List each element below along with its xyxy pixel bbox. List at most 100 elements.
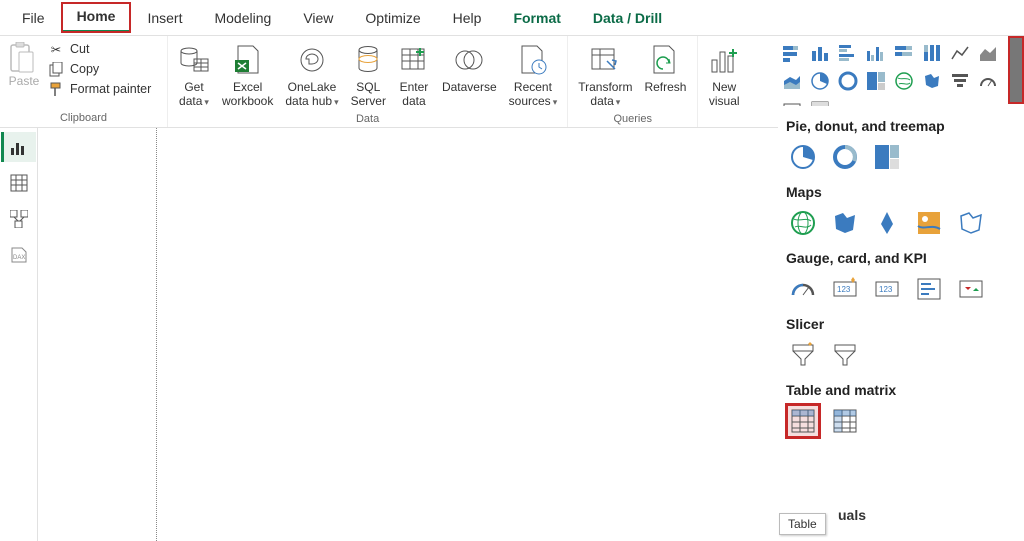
dataverse-button[interactable]: Dataverse [436, 40, 503, 96]
new-visual-icon [708, 44, 740, 76]
slicer-new-icon[interactable] [786, 338, 820, 372]
clipboard-group-label: Clipboard [4, 110, 163, 127]
table-view-icon[interactable] [4, 168, 34, 198]
gauge-icon[interactable] [975, 68, 1001, 94]
paste-button[interactable]: Paste [4, 40, 44, 90]
dax-view-icon[interactable]: DAX [4, 240, 34, 270]
dataverse-icon [453, 44, 485, 76]
format-painter-button[interactable]: Format painter [46, 80, 153, 98]
donut-chart-icon[interactable] [828, 140, 862, 174]
dataverse-label: Dataverse [442, 80, 497, 94]
filled-map-icon[interactable] [919, 68, 945, 94]
sql-icon [352, 44, 384, 76]
treemap-icon[interactable] [863, 68, 889, 94]
excel-workbook-button[interactable]: Excel workbook [216, 40, 279, 111]
menu-view[interactable]: View [287, 4, 349, 32]
get-data-button[interactable]: Get data [172, 40, 216, 111]
donut-icon[interactable] [835, 68, 861, 94]
section-slicer-label: Slicer [786, 316, 1016, 332]
treemap-chart-icon[interactable] [870, 140, 904, 174]
visuals-gallery: 123 [777, 38, 1021, 102]
arcgis-map-icon[interactable] [912, 206, 946, 240]
onelake-label: OneLake data hub [285, 80, 338, 109]
excel-label: Excel workbook [222, 80, 273, 109]
cut-label: Cut [70, 42, 89, 56]
refresh-icon [649, 44, 681, 76]
stacked-bar-icon[interactable] [779, 40, 805, 66]
stacked-column-icon[interactable] [807, 40, 833, 66]
filled-map-big-icon[interactable] [828, 206, 862, 240]
section-gauge-label: Gauge, card, and KPI [786, 250, 1016, 266]
refresh-button[interactable]: Refresh [638, 40, 692, 96]
pie-chart-icon[interactable] [786, 140, 820, 174]
report-view-icon[interactable] [1, 132, 36, 162]
paste-icon [8, 42, 40, 74]
truncated-section-label: uals [838, 507, 866, 523]
enter-data-icon [398, 44, 430, 76]
card-big-icon[interactable]: 123 [870, 272, 904, 306]
menu-insert[interactable]: Insert [131, 4, 198, 32]
recent-label: Recent sources [509, 80, 558, 109]
basic-map-icon[interactable] [786, 206, 820, 240]
menu-file[interactable]: File [6, 4, 61, 32]
format-painter-icon [48, 81, 64, 97]
insert-group-label [702, 122, 754, 127]
svg-text:DAX: DAX [13, 255, 25, 261]
funnel-icon[interactable] [947, 68, 973, 94]
azure-map-icon[interactable] [870, 206, 904, 240]
line-chart-icon[interactable] [947, 40, 973, 66]
menu-help[interactable]: Help [437, 4, 498, 32]
menu-optimize[interactable]: Optimize [349, 4, 436, 32]
menu-bar: File Home Insert Modeling View Optimize … [0, 0, 1024, 36]
enter-data-button[interactable]: Enter data [392, 40, 436, 111]
transform-data-button[interactable]: Transform data [572, 40, 638, 111]
gallery-expand-handle[interactable] [1008, 36, 1024, 104]
kpi-big-icon[interactable] [954, 272, 988, 306]
gauge-big-icon[interactable] [786, 272, 820, 306]
refresh-label: Refresh [644, 80, 686, 94]
copy-button[interactable]: Copy [46, 60, 153, 78]
sql-label: SQL Server [351, 80, 386, 109]
recent-sources-button[interactable]: Recent sources [503, 40, 564, 111]
enter-data-label: Enter data [400, 80, 429, 109]
excel-icon [232, 44, 264, 76]
transform-icon [589, 44, 621, 76]
menu-modeling[interactable]: Modeling [198, 4, 287, 32]
cut-icon: ✂ [48, 41, 64, 57]
clustered-bar-icon[interactable] [835, 40, 861, 66]
map-icon[interactable] [891, 68, 917, 94]
pie-icon[interactable] [807, 68, 833, 94]
stacked-bar-100-icon[interactable] [891, 40, 917, 66]
left-sidebar: DAX [0, 128, 38, 541]
ruler-guide [156, 128, 157, 541]
table-visual-icon[interactable] [786, 404, 820, 438]
sql-server-button[interactable]: SQL Server [345, 40, 392, 111]
matrix-visual-icon[interactable] [828, 404, 862, 438]
new-visual-button[interactable]: New visual [702, 40, 746, 111]
menu-home[interactable]: Home [61, 2, 132, 33]
data-group-label: Data [172, 111, 563, 128]
slicer-icon[interactable] [828, 338, 862, 372]
recent-icon [517, 44, 549, 76]
area-chart-icon[interactable] [975, 40, 1001, 66]
shape-map-icon[interactable] [954, 206, 988, 240]
clustered-column-icon[interactable] [863, 40, 889, 66]
stacked-column-100-icon[interactable] [919, 40, 945, 66]
onelake-icon [296, 44, 328, 76]
copy-label: Copy [70, 62, 99, 76]
section-pie-label: Pie, donut, and treemap [786, 118, 1016, 134]
menu-format[interactable]: Format [497, 4, 576, 32]
onelake-button[interactable]: OneLake data hub [279, 40, 344, 111]
multirow-card-icon[interactable] [912, 272, 946, 306]
format-painter-label: Format painter [70, 82, 151, 96]
cut-button[interactable]: ✂ Cut [46, 40, 153, 58]
transform-label: Transform data [578, 80, 632, 109]
menu-data-drill[interactable]: Data / Drill [577, 4, 678, 32]
queries-group-label: Queries [572, 111, 693, 128]
svg-text:123: 123 [837, 285, 851, 294]
section-maps-label: Maps [786, 184, 1016, 200]
stacked-area-icon[interactable] [779, 68, 805, 94]
svg-text:123: 123 [879, 285, 893, 294]
card-new-icon[interactable]: 123 [828, 272, 862, 306]
model-view-icon[interactable] [4, 204, 34, 234]
